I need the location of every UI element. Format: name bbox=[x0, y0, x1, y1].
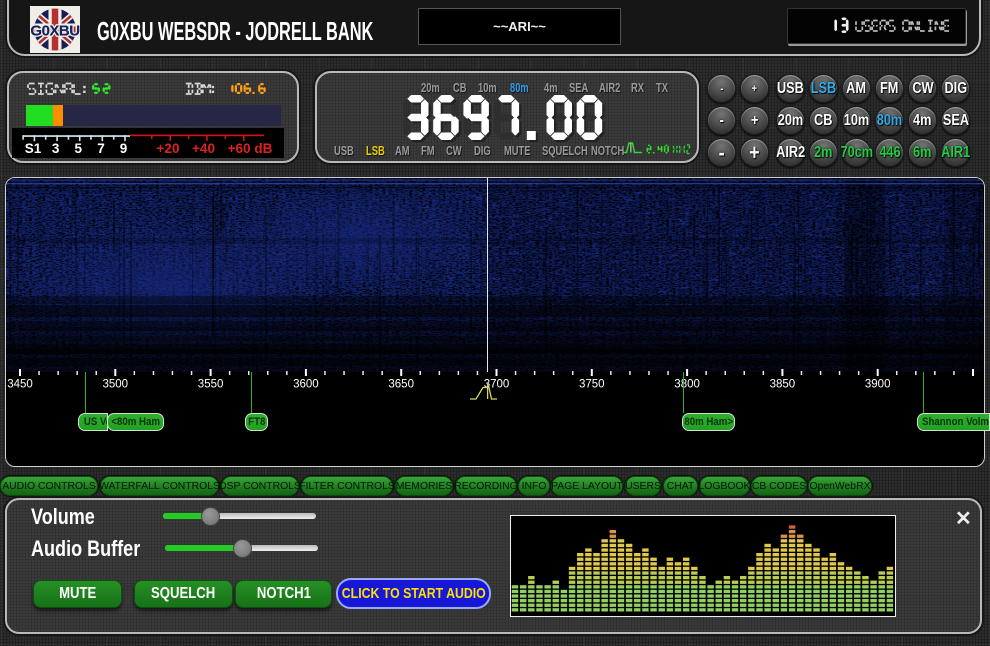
svg-text:3450: 3450 bbox=[7, 379, 33, 391]
svg-text:3: 3 bbox=[52, 141, 60, 156]
svg-text:9: 9 bbox=[120, 141, 128, 156]
svg-text:3900: 3900 bbox=[865, 379, 891, 391]
svg-text:G0XBU: G0XBU bbox=[30, 23, 79, 40]
svg-text:3550: 3550 bbox=[198, 379, 224, 391]
svg-text:3600: 3600 bbox=[293, 379, 319, 391]
svg-text:5: 5 bbox=[75, 141, 83, 156]
svg-text:3650: 3650 bbox=[388, 379, 414, 391]
svg-text:S1: S1 bbox=[25, 141, 42, 156]
svg-text:3500: 3500 bbox=[103, 379, 129, 391]
svg-text:+40: +40 bbox=[192, 141, 215, 156]
svg-text:3850: 3850 bbox=[770, 379, 796, 391]
svg-text:3800: 3800 bbox=[674, 379, 700, 391]
svg-text:+60 dB: +60 dB bbox=[228, 141, 273, 156]
svg-text:3750: 3750 bbox=[579, 379, 605, 391]
svg-text:7: 7 bbox=[97, 141, 105, 156]
svg-text:+20: +20 bbox=[157, 141, 180, 156]
